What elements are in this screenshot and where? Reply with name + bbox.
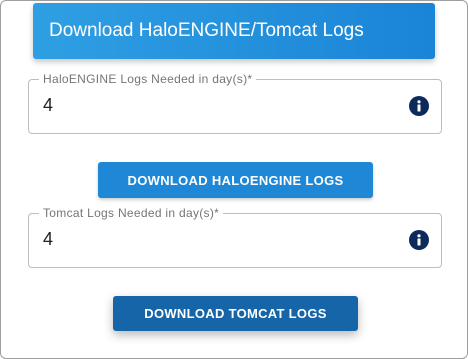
- tomcat-days-input[interactable]: 4: [43, 229, 53, 250]
- haloengine-days-input[interactable]: 4: [43, 95, 53, 116]
- download-haloengine-logs-label: DOWNLOAD HALOENGINE LOGS: [127, 172, 344, 188]
- haloengine-days-label: HaloENGINE Logs Needed in day(s)*: [39, 72, 257, 86]
- card-title: Download HaloENGINE/Tomcat Logs: [49, 20, 364, 41]
- download-tomcat-logs-label: DOWNLOAD TOMCAT LOGS: [144, 306, 327, 321]
- download-tomcat-logs-button[interactable]: DOWNLOAD TOMCAT LOGS: [113, 296, 358, 331]
- tomcat-days-field[interactable]: Tomcat Logs Needed in day(s)* 4: [28, 206, 442, 268]
- info-icon[interactable]: [409, 230, 429, 250]
- haloengine-days-field[interactable]: HaloENGINE Logs Needed in day(s)* 4: [28, 72, 442, 134]
- log-download-card: Download HaloENGINE/Tomcat Logs HaloENGI…: [0, 0, 468, 359]
- info-icon[interactable]: [409, 96, 429, 116]
- tomcat-days-label: Tomcat Logs Needed in day(s)*: [39, 206, 224, 220]
- card-header: Download HaloENGINE/Tomcat Logs: [33, 3, 435, 59]
- download-haloengine-logs-button[interactable]: DOWNLOAD HALOENGINE LOGS: [98, 162, 373, 198]
